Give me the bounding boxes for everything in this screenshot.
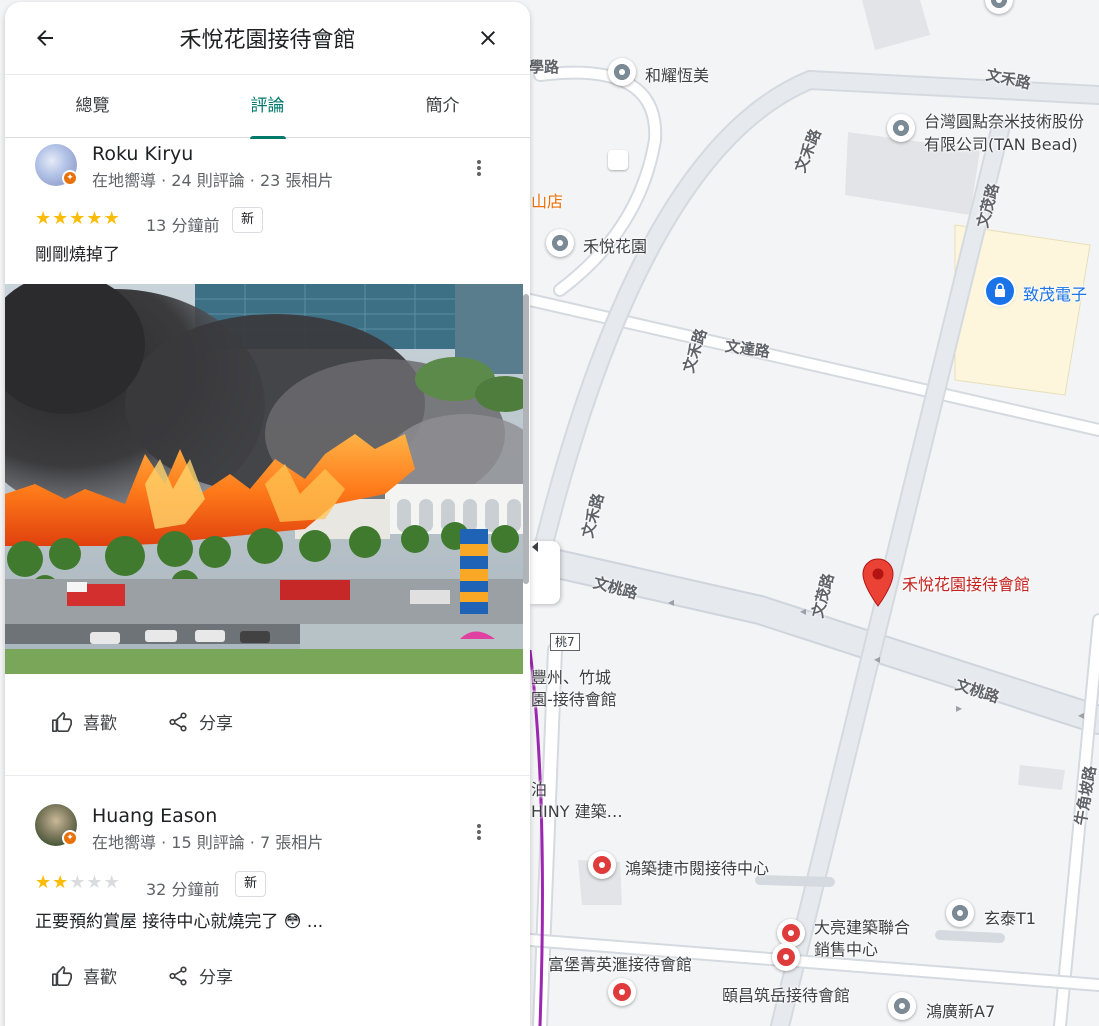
share-label: 分享 bbox=[199, 714, 233, 734]
place-label[interactable]: 園-接待會館 bbox=[531, 686, 617, 710]
reviewer-meta: 在地嚮導 · 24 則評論 · 23 張相片 bbox=[92, 171, 334, 190]
place-label[interactable]: 豐州、竹城 bbox=[531, 664, 611, 688]
collapse-panel-button[interactable] bbox=[530, 541, 560, 604]
place-pin-icon[interactable] bbox=[608, 978, 636, 1006]
place-pin-icon[interactable] bbox=[887, 114, 915, 142]
star-icon: ★ bbox=[86, 208, 104, 229]
place-label[interactable]: 有限公司(TAN Bead) bbox=[924, 131, 1078, 155]
star-rating: ★★★★★ bbox=[35, 872, 121, 893]
place-label[interactable]: 和耀恆美 bbox=[645, 62, 709, 86]
place-pin-icon[interactable] bbox=[588, 851, 616, 879]
place-label[interactable]: 泊 bbox=[531, 776, 547, 800]
tab-bar: 總覽 評論 簡介 bbox=[5, 74, 530, 139]
svg-text:◂: ◂ bbox=[800, 604, 806, 618]
like-label: 喜歡 bbox=[83, 714, 117, 734]
shopping-bag-icon[interactable] bbox=[986, 277, 1014, 305]
place-label[interactable]: 頤昌筑岳接待會館 bbox=[722, 982, 850, 1006]
thumb-up-icon bbox=[52, 711, 72, 732]
place-label[interactable]: 玄泰T1 bbox=[984, 905, 1036, 929]
place-label[interactable]: 禾悅花園 bbox=[583, 233, 647, 257]
reviewer-name[interactable]: Roku Kiryu bbox=[92, 143, 193, 165]
like-button[interactable]: 喜歡 bbox=[51, 963, 117, 988]
route-number-badge: 桃7 bbox=[550, 633, 580, 651]
more-vert-icon bbox=[477, 824, 481, 840]
place-label[interactable]: HINY 建築… bbox=[531, 798, 623, 822]
place-label[interactable]: 台灣圓點奈米技術股份 bbox=[924, 108, 1084, 132]
place-pin-icon[interactable] bbox=[888, 992, 916, 1020]
share-icon bbox=[169, 711, 187, 732]
like-label: 喜歡 bbox=[83, 968, 117, 988]
new-badge: 新 bbox=[232, 207, 264, 233]
place-label[interactable]: 山店 bbox=[531, 188, 563, 212]
place-label[interactable]: 鴻廣新A7 bbox=[926, 998, 995, 1022]
svg-text:◂: ◂ bbox=[874, 652, 880, 666]
share-button[interactable]: 分享 bbox=[167, 963, 233, 988]
share-button[interactable]: 分享 bbox=[167, 709, 233, 734]
thumb-up-icon bbox=[52, 965, 72, 986]
like-button[interactable]: 喜歡 bbox=[51, 709, 117, 734]
place-label[interactable]: 銷售中心 bbox=[814, 936, 878, 960]
share-icon bbox=[169, 965, 187, 986]
review-time: 32 分鐘前 bbox=[146, 880, 220, 899]
place-label[interactable]: 致茂電子 bbox=[1023, 281, 1087, 305]
review-photo[interactable] bbox=[5, 284, 523, 674]
close-button[interactable] bbox=[468, 18, 508, 58]
place-label[interactable]: 鴻築捷市閱接待中心 bbox=[625, 855, 769, 879]
new-badge: 新 bbox=[235, 871, 267, 897]
bus-stop-icon[interactable] bbox=[608, 150, 628, 170]
fire-photo-image bbox=[5, 284, 523, 674]
place-pin-icon[interactable] bbox=[608, 58, 636, 86]
more-options-button[interactable] bbox=[467, 156, 491, 180]
local-guide-badge-icon: ✦ bbox=[62, 170, 78, 186]
chevron-left-icon bbox=[532, 542, 538, 552]
road-label-xue: 學路 bbox=[529, 58, 560, 76]
star-icon: ★ bbox=[52, 872, 70, 893]
star-icon: ★ bbox=[86, 872, 104, 893]
close-icon bbox=[481, 31, 495, 45]
place-pin-icon[interactable] bbox=[772, 943, 800, 971]
review-divider bbox=[5, 775, 530, 776]
place-side-panel: 禾悅花園接待會館 總覽 評論 簡介 ✦ Roku Kiryu 在地嚮導 · 24… bbox=[5, 2, 530, 1026]
reviewer-meta: 在地嚮導 · 15 則評論 · 7 張相片 bbox=[92, 833, 324, 852]
place-label[interactable]: 富堡菁英滙接待會館 bbox=[548, 951, 692, 975]
more-vert-icon bbox=[477, 160, 481, 176]
star-icon: ★ bbox=[103, 872, 121, 893]
svg-text:◂: ◂ bbox=[1078, 708, 1084, 722]
tab-about[interactable]: 簡介 bbox=[355, 75, 530, 138]
svg-text:◂: ◂ bbox=[668, 595, 674, 609]
star-icon: ★ bbox=[52, 208, 70, 229]
place-pin-icon[interactable] bbox=[546, 229, 574, 257]
star-rating: ★★★★★ bbox=[35, 208, 121, 229]
review-time: 13 分鐘前 bbox=[146, 216, 220, 235]
scrollbar[interactable] bbox=[523, 294, 529, 584]
more-options-button[interactable] bbox=[467, 820, 491, 844]
reviewer-name[interactable]: Huang Eason bbox=[92, 805, 217, 827]
place-label[interactable]: 大亮建築聯合 bbox=[814, 914, 910, 938]
panel-header: 禾悅花園接待會館 bbox=[5, 2, 530, 74]
star-icon: ★ bbox=[103, 208, 121, 229]
star-icon: ★ bbox=[69, 872, 87, 893]
review-text: 剛剛燒掉了 bbox=[35, 245, 120, 265]
share-label: 分享 bbox=[199, 968, 233, 988]
review-text: 正要預約賞屋 接待中心就燒完了 😳 ... bbox=[35, 912, 324, 932]
star-icon: ★ bbox=[35, 872, 53, 893]
selected-place-label[interactable]: 禾悅花園接待會館 bbox=[902, 571, 1030, 595]
star-icon: ★ bbox=[35, 208, 53, 229]
place-pin-icon[interactable] bbox=[946, 899, 974, 927]
arrow-left-icon bbox=[37, 30, 53, 46]
local-guide-badge-icon: ✦ bbox=[62, 830, 78, 846]
tab-overview[interactable]: 總覽 bbox=[5, 75, 180, 138]
back-button[interactable] bbox=[25, 18, 65, 58]
page-title: 禾悅花園接待會館 bbox=[179, 28, 356, 53]
svg-text:▸: ▸ bbox=[956, 701, 962, 715]
star-icon: ★ bbox=[69, 208, 87, 229]
tab-reviews[interactable]: 評論 bbox=[180, 75, 355, 139]
reviews-list[interactable]: ✦ Roku Kiryu 在地嚮導 · 24 則評論 · 23 張相片 ★★★★… bbox=[5, 138, 530, 1026]
